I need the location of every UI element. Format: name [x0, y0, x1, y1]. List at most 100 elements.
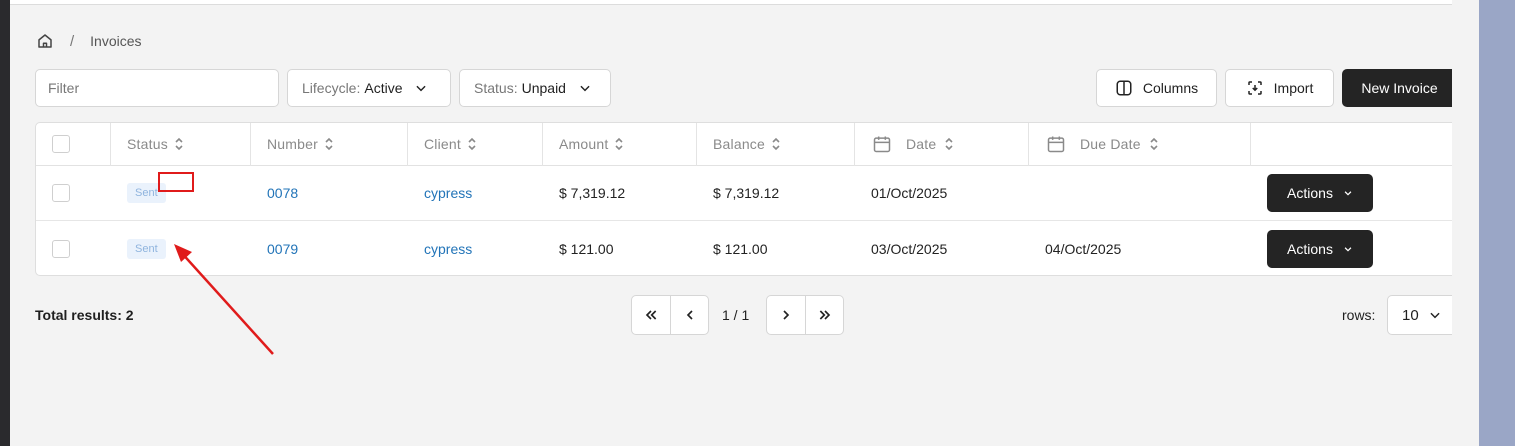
annotation-arrow-icon: [174, 244, 274, 355]
header-amount[interactable]: Amount: [559, 123, 624, 165]
app-content-edge: [1452, 0, 1479, 446]
date-cell: 03/Oct/2025: [871, 221, 948, 275]
new-invoice-label: New Invoice: [1361, 80, 1438, 96]
chevron-down-icon: [416, 85, 427, 92]
chevrons-left-icon: [645, 310, 657, 320]
table-row[interactable]: Sent 0078 cypress $ 7,319.12 $ 7,319.12 …: [36, 166, 1456, 221]
columns-button[interactable]: Columns: [1096, 69, 1217, 107]
prev-page-button[interactable]: [670, 295, 709, 335]
header-balance[interactable]: Balance: [713, 123, 781, 165]
header-number-label: Number: [267, 136, 318, 152]
status-cell: Sent: [127, 221, 166, 275]
lifecycle-value: Active: [364, 80, 403, 96]
sort-icon: [615, 137, 624, 151]
date-cell: 01/Oct/2025: [871, 166, 947, 220]
chevron-down-icon: [580, 85, 590, 92]
date-value: 03/Oct/2025: [871, 240, 948, 257]
actions-cell: Actions: [1267, 221, 1373, 275]
header-due-date-label: Due Date: [1080, 136, 1141, 152]
first-page-button[interactable]: [631, 295, 671, 335]
actions-button[interactable]: Actions: [1267, 174, 1373, 212]
header-divider: [10, 0, 1452, 5]
sort-icon: [175, 137, 183, 151]
home-icon[interactable]: [36, 32, 54, 50]
header-number[interactable]: Number: [267, 123, 334, 165]
client-cell: cypress: [424, 221, 472, 275]
header-due-date[interactable]: Due Date: [1046, 123, 1159, 165]
import-icon: [1247, 81, 1262, 95]
import-button[interactable]: Import: [1225, 69, 1334, 107]
last-page-button[interactable]: [805, 295, 844, 335]
amount-value: $ 7,319.12: [559, 185, 626, 201]
header-date-label: Date: [906, 136, 937, 152]
columns-label: Columns: [1142, 80, 1199, 96]
amount-cell: $ 7,319.12: [559, 166, 625, 220]
sort-icon: [772, 137, 780, 151]
status-filter-label: Status:: [474, 80, 518, 96]
window-edge-left: [0, 0, 10, 446]
calendar-icon: [1047, 136, 1065, 153]
annotation-highlight-box: [158, 172, 194, 192]
breadcrumb-invoices[interactable]: Invoices: [90, 33, 141, 49]
header-client-label: Client: [424, 136, 461, 152]
breadcrumb: / Invoices: [36, 31, 142, 51]
lifecycle-label: Lifecycle:: [302, 80, 361, 96]
import-label: Import: [1273, 80, 1314, 96]
select-all-cell: [52, 123, 70, 165]
table-header-row: Status Number Client Amount Balance Date…: [36, 123, 1456, 166]
header-status[interactable]: Status: [127, 123, 184, 165]
number-cell: 0078: [267, 166, 298, 220]
actions-button[interactable]: Actions: [1267, 229, 1373, 268]
scrollbar-track[interactable]: [1479, 0, 1515, 446]
header-date[interactable]: Date: [872, 123, 954, 165]
sort-icon: [468, 137, 476, 151]
chevron-down-icon: [1344, 246, 1352, 252]
page-indicator: 1 / 1: [722, 307, 750, 323]
actions-label: Actions: [1287, 240, 1333, 257]
row-select-cell: [52, 221, 70, 275]
row-checkbox[interactable]: [52, 184, 70, 202]
next-page-button[interactable]: [766, 295, 806, 335]
client-cell: cypress: [424, 166, 472, 220]
sort-icon: [945, 137, 953, 151]
header-amount-label: Amount: [559, 136, 609, 152]
total-results: Total results: 2: [35, 307, 134, 323]
balance-value: $ 7,319.12: [713, 185, 780, 201]
balance-cell: $ 7,319.12: [713, 166, 779, 220]
status-filter-value: Unpaid: [521, 80, 566, 96]
chevron-down-icon: [1344, 191, 1352, 196]
chevron-down-icon: [1430, 312, 1440, 319]
sort-icon: [1150, 137, 1158, 151]
breadcrumb-separator: /: [70, 32, 75, 50]
chevrons-right-icon: [819, 310, 830, 320]
rows-per-page-label: rows:: [1342, 307, 1376, 323]
invoice-number-link[interactable]: 0078: [267, 185, 298, 201]
actions-label: Actions: [1287, 185, 1333, 201]
row-select-cell: [52, 166, 70, 220]
row-checkbox[interactable]: [52, 239, 70, 258]
status-dropdown[interactable]: Status: Unpaid: [459, 69, 611, 107]
date-value: 01/Oct/2025: [871, 185, 948, 201]
calendar-icon: [873, 136, 891, 153]
select-all-checkbox[interactable]: [52, 135, 70, 153]
due-date-value: 04/Oct/2025: [1045, 240, 1122, 257]
client-link[interactable]: cypress: [424, 241, 472, 257]
filter-input[interactable]: [35, 69, 279, 107]
amount-cell: $ 121.00: [559, 221, 614, 275]
rows-per-page-select[interactable]: 10: [1387, 295, 1457, 335]
rows-per-page-value: 10: [1402, 306, 1419, 324]
new-invoice-button[interactable]: New Invoice: [1342, 69, 1457, 107]
chevron-right-icon: [783, 310, 790, 320]
actions-cell: Actions: [1267, 166, 1373, 220]
client-link[interactable]: cypress: [424, 185, 472, 201]
balance-value: $ 121.00: [713, 240, 768, 257]
lifecycle-dropdown[interactable]: Lifecycle: Active: [287, 69, 451, 107]
balance-cell: $ 121.00: [713, 221, 768, 275]
header-client[interactable]: Client: [424, 123, 477, 165]
columns-icon: [1116, 80, 1132, 96]
sort-icon: [325, 137, 333, 151]
amount-value: $ 121.00: [559, 240, 614, 257]
status-badge: Sent: [127, 238, 166, 259]
app-content: / Invoices Lifecycle: Active Status: Unp…: [10, 0, 1457, 446]
chevron-left-icon: [686, 310, 693, 320]
